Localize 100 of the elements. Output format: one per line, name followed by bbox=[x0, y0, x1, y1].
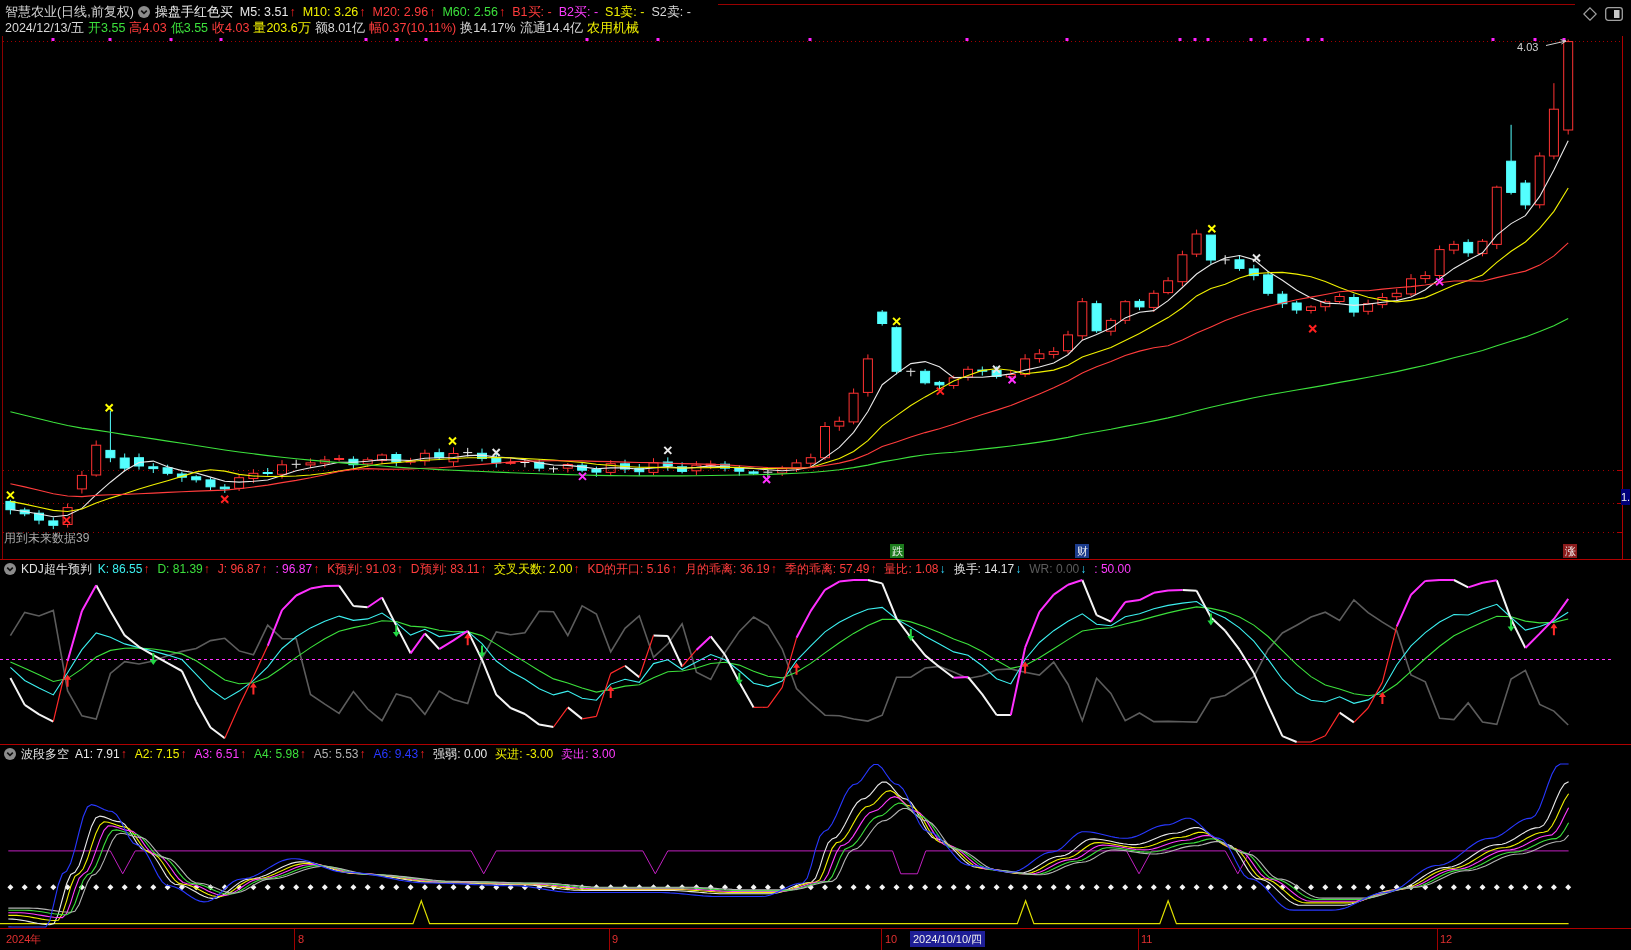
cross-marker-icon bbox=[663, 445, 673, 455]
trend-arrow: ↑ bbox=[770, 562, 777, 576]
trend-arrow: ↑ bbox=[480, 562, 487, 576]
up-arrow-icon bbox=[793, 662, 800, 675]
cross-marker-icon bbox=[1435, 277, 1445, 287]
signal-marker-icon bbox=[656, 38, 660, 41]
diamond-icon[interactable] bbox=[1583, 7, 1597, 21]
panel-toggle-icon[interactable] bbox=[1605, 7, 1623, 21]
up-arrow-icon bbox=[1021, 661, 1029, 674]
indicator-value: : 50.00 bbox=[1094, 562, 1131, 576]
down-arrow-icon bbox=[392, 624, 400, 637]
axis-label: 8 bbox=[298, 932, 305, 946]
stock-title: 智慧农业(日线,前复权) bbox=[5, 3, 134, 21]
signal-marker-icon bbox=[1533, 38, 1537, 41]
trend-arrow: ↑ bbox=[299, 747, 306, 761]
trend-arrow: ↑ bbox=[429, 5, 436, 19]
price-label: 4.03 bbox=[1517, 41, 1539, 53]
indicator-value: K: 86.55 bbox=[97, 562, 143, 576]
signal-marker-icon bbox=[1320, 38, 1324, 41]
indicator-value: 量比: 1.08 bbox=[884, 560, 939, 578]
signal-marker-icon bbox=[1562, 38, 1566, 41]
up-arrow-icon bbox=[64, 674, 72, 687]
indicator-value: A2: 7.15 bbox=[134, 747, 180, 761]
indicator-value: KD的开口: 5.16 bbox=[587, 560, 671, 578]
indicator-value: A5: 5.53 bbox=[313, 747, 359, 761]
cross-marker-icon bbox=[491, 448, 501, 457]
quote-value: 农用机械 bbox=[586, 19, 639, 37]
event-tag[interactable]: 涨 bbox=[1563, 544, 1577, 558]
indicator-value: WR: 0.00 bbox=[1029, 562, 1080, 576]
trend-arrow: ↓ bbox=[939, 562, 946, 576]
cross-marker-icon bbox=[1308, 324, 1318, 334]
indicator-value: 交叉天数: 2.00 bbox=[494, 560, 573, 578]
event-tag[interactable]: 财 bbox=[1075, 544, 1089, 558]
collapse-icon[interactable] bbox=[137, 6, 150, 18]
quote-value: 幅0.37(10.11%) bbox=[369, 19, 457, 37]
indicator-value: M10: 3.26 bbox=[302, 5, 359, 19]
signal-marker-icon bbox=[965, 38, 969, 41]
cross-marker-icon bbox=[5, 490, 15, 500]
signal-marker-icon bbox=[1491, 38, 1495, 41]
signal-marker-icon bbox=[1206, 38, 1210, 41]
indicator-value: B1买: - bbox=[512, 3, 552, 21]
up-arrow-icon bbox=[1550, 623, 1558, 636]
signal-marker-icon bbox=[169, 38, 173, 41]
indicator-value: 买进: -3.00 bbox=[495, 745, 554, 763]
cross-marker-icon bbox=[892, 316, 902, 326]
signal-marker-icon bbox=[51, 38, 55, 41]
trend-arrow: ↑ bbox=[289, 5, 296, 19]
quote-value: 流通14.4亿 bbox=[519, 19, 583, 37]
leader-arrow bbox=[1545, 39, 1567, 46]
up-arrow-icon bbox=[607, 686, 615, 699]
up-arrow-icon bbox=[464, 633, 472, 646]
signal-marker-icon bbox=[1306, 38, 1310, 41]
indicator-value: 季的乖离: 57.49 bbox=[784, 560, 870, 578]
indicator-value: A3: 6.51 bbox=[194, 747, 240, 761]
indicator-value: A6: 9.43 bbox=[373, 747, 419, 761]
quote-value: 2024/12/13/五 bbox=[5, 19, 85, 37]
cross-marker-icon bbox=[220, 494, 230, 504]
collapse-icon[interactable] bbox=[4, 748, 16, 760]
cross-marker-icon bbox=[1207, 224, 1217, 234]
quote-value: 高4.03 bbox=[129, 19, 167, 37]
indicator-value: K预判: 91.03 bbox=[327, 560, 396, 578]
panel-title: KDJ超牛预判 bbox=[21, 560, 92, 578]
indicator-value: A4: 5.98 bbox=[254, 747, 299, 761]
indicator-value: 卖出: 3.00 bbox=[561, 745, 616, 763]
indicator-value: M5: 3.51 bbox=[239, 5, 289, 19]
collapse-icon[interactable] bbox=[4, 563, 16, 575]
cross-marker-icon bbox=[448, 436, 457, 446]
indicator-value: B2买: - bbox=[558, 3, 599, 21]
signal-marker-icon bbox=[1065, 38, 1069, 41]
quote-value: 收4.03 bbox=[212, 19, 250, 37]
trend-arrow: ↑ bbox=[359, 5, 366, 19]
axis-label: 2024/10/10/四 bbox=[910, 931, 986, 947]
indicator-value: 换手: 14.17 bbox=[953, 560, 1015, 578]
up-arrow-icon bbox=[249, 682, 257, 695]
axis-label: 12 bbox=[1440, 932, 1453, 946]
signal-marker-icon bbox=[1178, 38, 1182, 41]
up-arrow-icon bbox=[1378, 691, 1386, 704]
down-arrow-icon bbox=[1507, 619, 1515, 632]
indicator-value: A1: 7.91 bbox=[75, 747, 120, 761]
indicator-value: : 96.87 bbox=[275, 562, 313, 576]
axis-label: 9 bbox=[612, 932, 619, 946]
indicator-value: S2卖: - bbox=[651, 3, 691, 21]
note-text: 用到未来数据39 bbox=[4, 531, 90, 545]
cross-marker-icon bbox=[935, 386, 945, 396]
trend-arrow: ↑ bbox=[359, 747, 366, 761]
quote-value: 开3.55 bbox=[88, 19, 126, 37]
signal-marker-icon bbox=[364, 38, 368, 41]
trend-arrow: ↑ bbox=[396, 562, 403, 576]
trend-arrow: ↑ bbox=[203, 562, 210, 576]
indicator-value: 强弱: 0.00 bbox=[433, 745, 488, 763]
indicator-value: J: 96.87 bbox=[217, 562, 261, 576]
trend-arrow: ↑ bbox=[671, 562, 678, 576]
signal-marker-icon bbox=[219, 38, 223, 41]
indicator-value: D预判: 83.11 bbox=[410, 560, 480, 578]
trend-arrow: ↑ bbox=[573, 562, 580, 576]
cross-marker-icon bbox=[1007, 375, 1017, 385]
indicator-name: 操盘手红色买 bbox=[154, 3, 233, 21]
event-tag[interactable]: 跌 bbox=[890, 544, 904, 558]
indicator-value: M60: 2.56 bbox=[442, 5, 498, 19]
signal-marker-icon bbox=[585, 38, 589, 41]
